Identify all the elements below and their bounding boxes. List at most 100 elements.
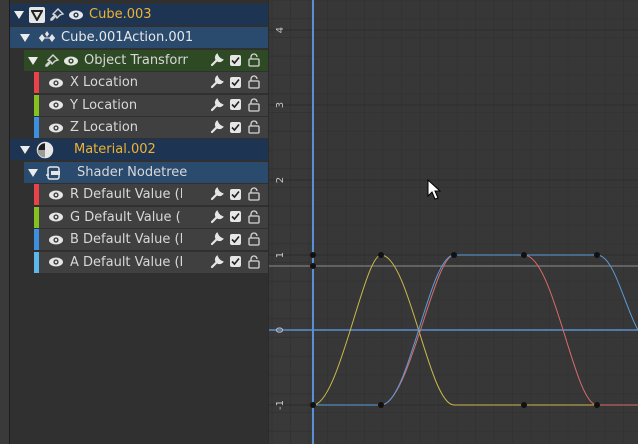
graph-plot[interactable]: 4 3 2 1 0 -1: [269, 0, 638, 444]
channel-color-swatch: [34, 72, 39, 93]
action-row[interactable]: Cube.001Action.001: [10, 27, 268, 48]
object-name: Cube.003: [89, 7, 152, 22]
channel-color-swatch: [34, 184, 39, 205]
lock-icon[interactable]: [246, 97, 262, 112]
wrench-icon[interactable]: [209, 119, 225, 135]
y-axis-label: 1: [275, 252, 286, 258]
wrench-icon[interactable]: [209, 74, 225, 90]
wrench-icon[interactable]: [209, 231, 225, 247]
lock-icon[interactable]: [246, 120, 262, 134]
editor-edge: [0, 0, 10, 444]
channel-row[interactable]: Z Location: [34, 117, 268, 138]
node-tree-icon: [45, 165, 63, 181]
eye-icon[interactable]: [48, 189, 64, 201]
frame-range-shade: [313, 0, 638, 444]
eye-icon[interactable]: [48, 211, 64, 223]
eye-icon[interactable]: [48, 122, 64, 134]
mute-checkbox[interactable]: [230, 76, 241, 88]
row-tools: [209, 208, 262, 225]
row-tools: [209, 52, 262, 68]
mute-checkbox[interactable]: [230, 99, 241, 110]
y-axis-label: 4: [275, 27, 286, 33]
channel-row[interactable]: A Default Value (Ba: [34, 251, 268, 273]
mute-checkbox[interactable]: [230, 188, 241, 200]
channel-row[interactable]: Y Location: [34, 94, 268, 116]
mute-checkbox[interactable]: [230, 54, 241, 66]
keyframe-point: [310, 252, 316, 258]
channel-row[interactable]: B Default Value (Ba: [34, 229, 268, 250]
y-axis-label: 2: [275, 177, 286, 183]
mute-checkbox[interactable]: [230, 256, 241, 267]
eye-icon[interactable]: [48, 77, 64, 89]
channel-row[interactable]: R Default Value (Ba: [34, 184, 268, 205]
action-icon: [37, 30, 57, 46]
channel-label: X Location: [70, 75, 139, 90]
lock-icon[interactable]: [246, 75, 262, 89]
nodetree-name: Shader Nodetree: [77, 165, 188, 180]
keyframe-point: [310, 263, 316, 269]
channel-color-swatch: [34, 94, 39, 116]
channel-label: G Default Value (Ba: [70, 209, 182, 225]
y-axis-label: 0: [275, 327, 286, 333]
channel-color-swatch: [34, 251, 39, 273]
wrench-icon[interactable]: [209, 186, 225, 202]
eye-icon[interactable]: [68, 9, 84, 21]
channel-row[interactable]: G Default Value (Ba: [34, 206, 268, 228]
lock-icon[interactable]: [246, 209, 262, 224]
keyframe-point: [378, 252, 384, 258]
row-tools: [209, 231, 262, 247]
object-data-icon: [29, 6, 45, 23]
nodetree-row[interactable]: Shader Nodetree: [24, 162, 268, 183]
expand-arrow-icon[interactable]: [14, 10, 24, 19]
eye-icon[interactable]: [48, 256, 64, 268]
channel-color-swatch: [34, 117, 39, 138]
channel-color-swatch: [34, 206, 39, 228]
lock-icon[interactable]: [246, 187, 262, 201]
action-name: Cube.001Action.001: [61, 30, 194, 45]
pin-icon[interactable]: [44, 53, 60, 69]
channel-label: R Default Value (Ba: [70, 187, 182, 202]
keyframe-point: [594, 252, 600, 258]
channel-label: Y Location: [70, 97, 138, 113]
channel-label: B Default Value (Ba: [70, 232, 182, 247]
channel-color-swatch: [34, 229, 39, 250]
expand-arrow-icon[interactable]: [20, 33, 30, 42]
mute-checkbox[interactable]: [230, 233, 241, 245]
mute-checkbox[interactable]: [230, 121, 241, 133]
mute-checkbox[interactable]: [230, 211, 241, 222]
keyframe-point: [310, 402, 316, 408]
channel-label: A Default Value (Ba: [70, 254, 182, 270]
eye-icon[interactable]: [48, 234, 64, 246]
material-icon: [36, 141, 54, 159]
channel-row[interactable]: X Location: [34, 72, 268, 93]
row-tools: [209, 186, 262, 202]
lock-icon[interactable]: [246, 232, 262, 246]
keyframe-point: [521, 252, 527, 258]
transform-group-row[interactable]: Object Transform: [24, 50, 268, 71]
material-name: Material.002: [74, 142, 156, 157]
channel-label: Z Location: [70, 120, 139, 135]
wrench-icon[interactable]: [209, 209, 225, 225]
y-axis-label: 3: [275, 102, 286, 108]
expand-arrow-icon[interactable]: [20, 145, 30, 154]
keyframe-point: [521, 402, 527, 408]
eye-icon[interactable]: [63, 55, 79, 67]
wrench-icon[interactable]: [209, 254, 225, 270]
expand-arrow-icon[interactable]: [28, 56, 38, 65]
lock-icon[interactable]: [246, 53, 262, 67]
graph-editor-canvas[interactable]: 4 3 2 1 0 -1: [269, 0, 638, 444]
wrench-icon[interactable]: [209, 97, 225, 113]
y-axis-label: -1: [275, 400, 286, 410]
object-row[interactable]: Cube.003: [10, 4, 268, 25]
keyframe-point: [451, 252, 457, 258]
row-tools: [209, 96, 262, 113]
eye-icon[interactable]: [48, 99, 64, 111]
row-tools: [209, 119, 262, 135]
row-tools: [209, 253, 262, 270]
lock-icon[interactable]: [246, 254, 262, 269]
wrench-icon[interactable]: [209, 52, 225, 68]
expand-arrow-icon[interactable]: [28, 168, 38, 177]
pin-icon[interactable]: [49, 7, 65, 23]
transform-group-name: Object Transform: [84, 53, 188, 68]
material-row[interactable]: Material.002: [10, 139, 268, 160]
